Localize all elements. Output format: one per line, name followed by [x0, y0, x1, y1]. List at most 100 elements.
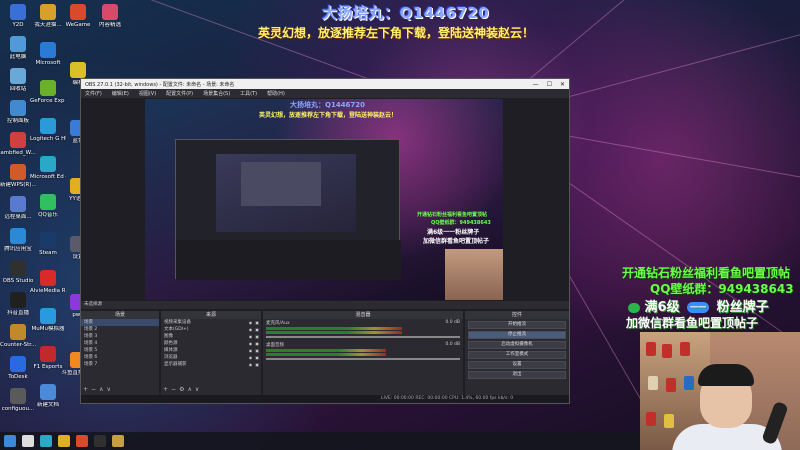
- scene-item[interactable]: 场景 3: [81, 333, 159, 340]
- remove-icon[interactable]: −: [91, 386, 99, 393]
- source-item[interactable]: 文本(GDI+) ◉ ▣: [161, 326, 261, 333]
- fan-prefix: 满6级: [644, 300, 680, 315]
- eye-icon[interactable]: ◉: [249, 347, 253, 354]
- app2-icon[interactable]: [112, 435, 124, 447]
- lock-icon[interactable]: ▣: [255, 319, 259, 326]
- volume-slider[interactable]: [266, 336, 460, 338]
- obs-icon[interactable]: [94, 435, 106, 447]
- lock-icon[interactable]: ▣: [255, 354, 259, 361]
- menu-item[interactable]: 帮助(H): [267, 90, 285, 97]
- up-icon[interactable]: ∧: [187, 386, 194, 393]
- control-button[interactable]: 工作室模式: [468, 351, 566, 359]
- app-icon: [70, 4, 86, 20]
- source-item[interactable]: 浏览器 ◉ ▣: [161, 354, 261, 361]
- eye-icon[interactable]: ◉: [249, 361, 253, 368]
- preview-wechat-line: 加微信群看鱼吧置顶帖子: [423, 238, 490, 245]
- control-button[interactable]: 退出: [468, 371, 566, 379]
- controls-header: 控件: [465, 311, 569, 319]
- lock-icon[interactable]: ▣: [255, 361, 259, 368]
- lock-icon[interactable]: ▣: [255, 333, 259, 340]
- source-item[interactable]: 视频采集设备 ◉ ▣: [161, 319, 261, 326]
- obs-titlebar[interactable]: OBS 27.0.1 (32-bit, windows) - 配置文件: 未命名…: [81, 79, 569, 89]
- window-controls: — ☐ ✕: [533, 81, 565, 88]
- app-icon[interactable]: [76, 435, 88, 447]
- app-icon: [10, 36, 26, 52]
- lock-icon[interactable]: ▣: [255, 340, 259, 347]
- explorer-icon[interactable]: [58, 435, 70, 447]
- overlay-title: 大扬培丸：Q1446720: [322, 4, 490, 22]
- edge-icon[interactable]: [40, 435, 52, 447]
- source-item[interactable]: 显示器捕获 ◉ ▣: [161, 361, 261, 368]
- webcam-feed: [640, 332, 800, 450]
- scene-item[interactable]: 场景 6: [81, 354, 159, 361]
- control-button[interactable]: 开始推流: [468, 321, 566, 329]
- lock-icon[interactable]: ▣: [255, 326, 259, 333]
- app-icon: [40, 118, 56, 134]
- app-icon: [10, 228, 26, 244]
- scene-item[interactable]: 场景 5: [81, 347, 159, 354]
- wechat-icon: [628, 302, 640, 313]
- eye-icon[interactable]: ◉: [249, 326, 253, 333]
- microphone: [761, 400, 789, 446]
- menu-item[interactable]: 配置文件(P): [166, 90, 193, 97]
- close-icon[interactable]: ✕: [560, 81, 565, 88]
- eye-icon[interactable]: ◉: [249, 354, 253, 361]
- app-icon: [40, 194, 56, 210]
- down-icon[interactable]: ∨: [106, 386, 113, 393]
- obs-preview[interactable]: 大扬培丸：Q1446720 英灵幻想，放逐推荐左下角下载，登陆送神装赵云！ 开通…: [145, 99, 503, 300]
- menu-item[interactable]: 工具(T): [240, 90, 257, 97]
- preview-overlay-title: 大扬培丸：Q1446720: [290, 101, 366, 109]
- desktop-icon[interactable]: WeGame: [60, 4, 96, 42]
- overlay-subtitle: 英灵幻想，放逐推荐左下角下载，登陆送神装赵云！: [258, 26, 535, 40]
- mixer-channel: 桌面音频 0.0 dB: [263, 341, 463, 363]
- app-icon: [40, 42, 56, 58]
- mixer-channel: 麦克风/Aux 0.0 dB: [263, 319, 463, 341]
- control-button[interactable]: 启动虚拟摄像机: [468, 341, 566, 349]
- app-icon: [10, 196, 26, 212]
- menu-item[interactable]: 视图(V): [139, 90, 156, 97]
- sources-controls: +−⚙∧∨: [163, 386, 202, 393]
- add-icon[interactable]: +: [83, 386, 91, 393]
- scene-item[interactable]: 场景 7: [81, 361, 159, 368]
- scene-item[interactable]: 场景 2: [81, 326, 159, 333]
- app-icon: [40, 80, 56, 96]
- lock-icon[interactable]: ▣: [255, 347, 259, 354]
- menu-item[interactable]: 文件(F): [85, 90, 102, 97]
- eye-icon[interactable]: ◉: [249, 319, 253, 326]
- source-item[interactable]: 颜色源 ◉ ▣: [161, 340, 261, 347]
- minimize-icon[interactable]: —: [533, 81, 539, 88]
- app-icon: [10, 356, 26, 372]
- add-icon[interactable]: +: [163, 386, 171, 393]
- control-button[interactable]: 设置: [468, 361, 566, 369]
- desktop-icon[interactable]: 内容精选: [92, 4, 128, 42]
- menu-item[interactable]: 编辑(E): [112, 90, 129, 97]
- app-icon: [70, 62, 86, 78]
- app-icon: [40, 156, 56, 172]
- source-item-label: 视频采集设备: [164, 320, 191, 325]
- obs-window[interactable]: OBS 27.0.1 (32-bit, windows) - 配置文件: 未命名…: [80, 78, 570, 404]
- app-icon: [40, 4, 56, 20]
- source-item[interactable]: 图像 ◉ ▣: [161, 333, 261, 340]
- nested-docks: [176, 240, 401, 280]
- obs-docks: 场景 场景 场景 2 场景 3 场景 4 场景 5 场景 6 场景 7 +−∧∨ 来源 视频…: [81, 311, 569, 395]
- volume-slider[interactable]: [266, 358, 460, 360]
- app-icon: [10, 292, 26, 308]
- desktop-icon-label: 内容精选: [98, 22, 121, 28]
- mixer-channel-name: 麦克风/Aux: [266, 321, 290, 326]
- start-icon[interactable]: [4, 435, 16, 447]
- menu-item[interactable]: 场景集合(S): [203, 90, 230, 97]
- remove-icon[interactable]: −: [171, 386, 179, 393]
- scene-item[interactable]: 场景 4: [81, 340, 159, 347]
- app-icon: [10, 164, 26, 180]
- source-item-label: 文本(GDI+): [164, 327, 189, 332]
- maximize-icon[interactable]: ☐: [547, 81, 552, 88]
- app-icon: [10, 324, 26, 340]
- down-icon[interactable]: ∨: [195, 386, 202, 393]
- source-item[interactable]: 媒体源 ◉ ▣: [161, 347, 261, 354]
- search-icon[interactable]: [22, 435, 34, 447]
- scene-item[interactable]: 场景: [81, 319, 159, 326]
- eye-icon[interactable]: ◉: [249, 340, 253, 347]
- eye-icon[interactable]: ◉: [249, 333, 253, 340]
- preview-fan-suffix: 粉丝牌子: [455, 229, 480, 236]
- control-button[interactable]: 停止推流: [468, 331, 566, 339]
